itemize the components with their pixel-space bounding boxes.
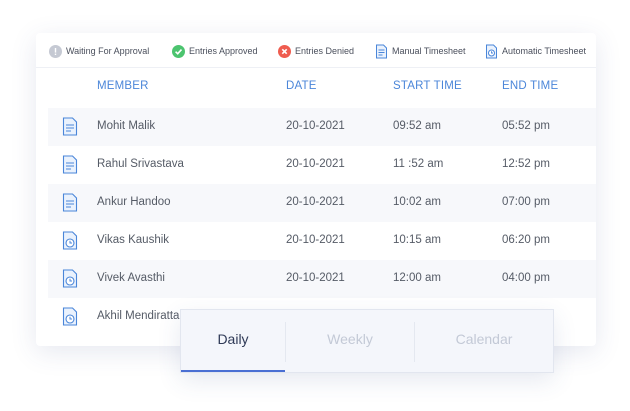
- member-name: Akhil Mendiratta: [97, 310, 180, 322]
- column-header-member[interactable]: MEMBER: [97, 80, 149, 92]
- legend-waiting: Waiting For Approval: [49, 43, 149, 59]
- timesheet-card: Waiting For Approval Entries Approved En…: [36, 33, 596, 346]
- column-header-end-time[interactable]: END TIME: [502, 80, 558, 92]
- end-time: 06:20 pm: [502, 234, 550, 246]
- table-row[interactable]: Vivek Avasthi 20-10-2021 12:00 am 04:00 …: [48, 260, 596, 298]
- check-circle-icon: [172, 44, 185, 58]
- manual-timesheet-icon: [376, 44, 387, 58]
- automatic-timesheet-icon: [62, 307, 78, 326]
- table-row[interactable]: Rahul Srivastava 20-10-2021 11 :52 am 12…: [48, 146, 596, 184]
- start-time: 12:00 am: [393, 272, 441, 284]
- automatic-timesheet-icon: [62, 231, 78, 250]
- entry-date: 20-10-2021: [286, 234, 345, 246]
- denied-icon: [278, 44, 291, 58]
- view-tabs: Daily Weekly Calendar: [180, 309, 554, 373]
- column-header-date[interactable]: DATE: [286, 80, 317, 92]
- member-name: Mohit Malik: [97, 120, 156, 132]
- legend-waiting-label: Waiting For Approval: [66, 46, 150, 56]
- manual-timesheet-icon: [62, 117, 78, 136]
- member-name: Vikas Kaushik: [97, 234, 170, 246]
- legend-automatic: Automatic Timesheet: [485, 43, 586, 59]
- legend-automatic-label: Automatic Timesheet: [502, 46, 587, 56]
- start-time: 09:52 am: [393, 120, 441, 132]
- entry-date: 20-10-2021: [286, 158, 345, 170]
- start-time: 10:15 am: [393, 234, 441, 246]
- status-legend: Waiting For Approval Entries Approved En…: [36, 33, 596, 68]
- tab-weekly-label: Weekly: [327, 331, 373, 347]
- automatic-timesheet-icon: [62, 269, 78, 288]
- entry-date: 20-10-2021: [286, 272, 345, 284]
- active-tab-indicator: [181, 370, 285, 372]
- start-time: 11 :52 am: [393, 158, 444, 170]
- legend-denied-label: Entries Denied: [295, 46, 355, 56]
- column-header-start-time[interactable]: START TIME: [393, 80, 462, 92]
- member-name: Ankur Handoo: [97, 196, 171, 208]
- entry-date: 20-10-2021: [286, 196, 345, 208]
- table-row[interactable]: Vikas Kaushik 20-10-2021 10:15 am 06:20 …: [48, 222, 596, 260]
- member-name: Rahul Srivastava: [97, 158, 184, 170]
- table-row[interactable]: Ankur Handoo 20-10-2021 10:02 am 07:00 p…: [48, 184, 596, 222]
- pending-icon: [49, 44, 62, 58]
- start-time: 10:02 am: [393, 196, 441, 208]
- member-name: Vivek Avasthi: [97, 272, 165, 284]
- legend-denied: Entries Denied: [278, 43, 354, 59]
- entry-date: 20-10-2021: [286, 120, 345, 132]
- tab-daily[interactable]: Daily: [181, 310, 285, 372]
- automatic-timesheet-icon: [486, 44, 497, 58]
- end-time: 12:52 pm: [502, 158, 550, 170]
- end-time: 07:00 pm: [502, 196, 550, 208]
- manual-timesheet-icon: [62, 155, 78, 174]
- legend-approved-label: Entries Approved: [189, 46, 258, 56]
- tab-weekly[interactable]: Weekly: [286, 310, 414, 372]
- end-time: 05:52 pm: [502, 120, 550, 132]
- legend-manual: Manual Timesheet: [375, 43, 466, 59]
- end-time: 04:00 pm: [502, 272, 550, 284]
- legend-approved: Entries Approved: [172, 43, 258, 59]
- tab-daily-label: Daily: [217, 331, 249, 347]
- tab-calendar[interactable]: Calendar: [415, 310, 553, 372]
- table-header: MEMBER DATE START TIME END TIME: [36, 67, 596, 105]
- legend-manual-label: Manual Timesheet: [392, 46, 466, 56]
- manual-timesheet-icon: [62, 193, 78, 212]
- tab-calendar-label: Calendar: [455, 331, 513, 347]
- table-row[interactable]: Mohit Malik 20-10-2021 09:52 am 05:52 pm: [48, 108, 596, 146]
